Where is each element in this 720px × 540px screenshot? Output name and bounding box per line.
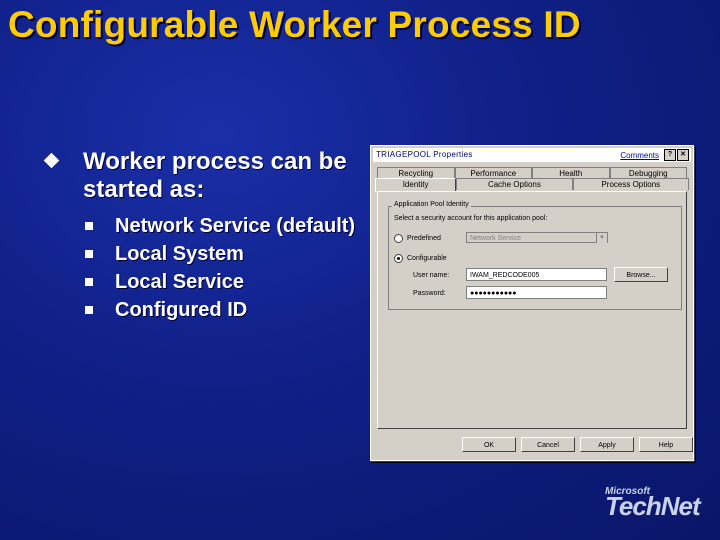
help-button[interactable]: Help	[639, 437, 693, 452]
tab-identity[interactable]: Identity	[375, 178, 457, 192]
sub-bullet-list: Network Service (default) Local System L…	[40, 214, 360, 322]
square-bullet-icon	[85, 306, 93, 314]
username-field[interactable]: IWAM_REDCODE005	[466, 268, 607, 281]
sub-bullet-local-service: Local Service	[85, 270, 360, 294]
sub-bullet-configured-id: Configured ID	[85, 298, 360, 322]
predefined-account-select[interactable]: Network Service ▼	[466, 232, 608, 243]
sub-bullet-network-service: Network Service (default)	[85, 214, 360, 238]
slide-title: Configurable Worker Process ID	[8, 4, 581, 45]
square-bullet-icon	[85, 222, 93, 230]
close-icon[interactable]: ✕	[677, 149, 689, 161]
identity-panel: Application Pool Identity Select a secur…	[377, 191, 687, 429]
square-bullet-icon	[85, 250, 93, 258]
diamond-bullet-icon	[43, 152, 60, 169]
apply-button[interactable]: Apply	[580, 437, 634, 452]
username-label: User name:	[413, 272, 450, 279]
properties-dialog: TRIAGEPOOL Properties Comments ? ✕ Recyc…	[370, 145, 694, 461]
bullet-list: Worker process can be started as: Networ…	[40, 148, 360, 326]
dialog-title: TRIAGEPOOL Properties	[376, 150, 473, 159]
technet-logo: Microsoft TechNet	[605, 486, 701, 522]
identity-prompt: Select a security account for this appli…	[394, 215, 548, 222]
browse-button[interactable]: Browse...	[614, 267, 668, 282]
tab-process-options[interactable]: Process Options	[572, 178, 690, 190]
tab-cache-options[interactable]: Cache Options	[456, 178, 573, 190]
radio-configurable[interactable]: Configurable	[394, 254, 447, 263]
help-icon[interactable]: ?	[664, 149, 676, 161]
ok-button[interactable]: OK	[462, 437, 516, 452]
main-bullet-text: Worker process can be started as:	[83, 148, 347, 203]
radio-configurable-icon[interactable]	[394, 254, 403, 263]
dialog-titlebar[interactable]: TRIAGEPOOL Properties Comments ? ✕	[373, 148, 691, 162]
titlebar-controls: Comments ? ✕	[620, 149, 689, 161]
comments-link[interactable]: Comments	[620, 151, 659, 160]
groupbox-label: Application Pool Identity	[392, 201, 471, 208]
sub-bullet-local-system: Local System	[85, 242, 360, 266]
radio-predefined-icon[interactable]	[394, 234, 403, 243]
password-label: Password:	[413, 290, 446, 297]
chevron-down-icon[interactable]: ▼	[596, 233, 607, 243]
password-field[interactable]: ●●●●●●●●●●●	[466, 286, 607, 299]
radio-predefined-label: Predefined	[407, 235, 441, 242]
logo-line-2: TechNet	[605, 491, 701, 521]
radio-predefined[interactable]: Predefined	[394, 234, 441, 243]
radio-configurable-label: Configurable	[407, 255, 447, 262]
tab-row-2: Identity Cache Options Process Options	[375, 178, 690, 192]
square-bullet-icon	[85, 278, 93, 286]
cancel-button[interactable]: Cancel	[521, 437, 575, 452]
main-bullet: Worker process can be started as:	[40, 148, 360, 204]
